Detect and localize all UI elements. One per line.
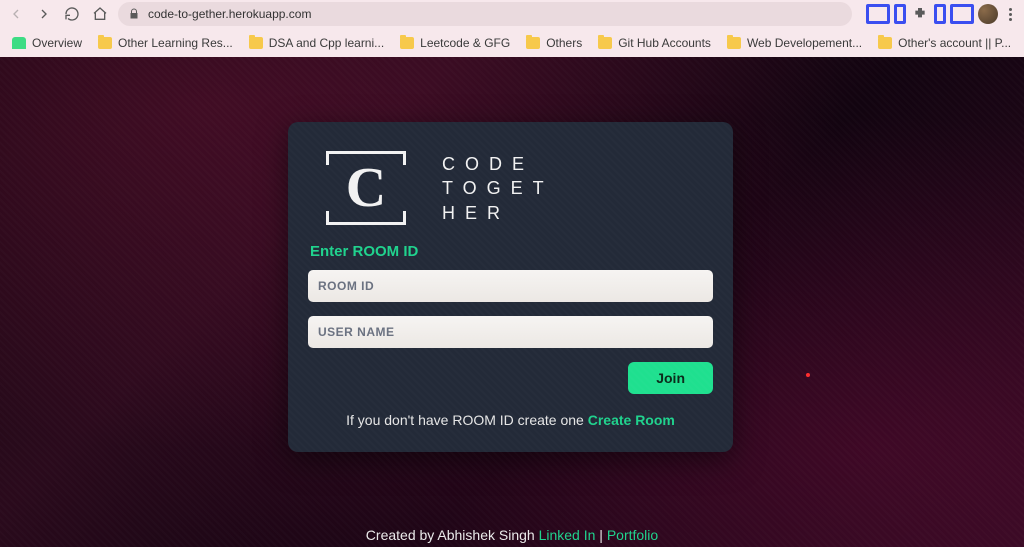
bookmark-others[interactable]: Others bbox=[520, 33, 588, 53]
highlight-box-1 bbox=[866, 4, 890, 24]
logo-line-1: CODE bbox=[442, 152, 554, 176]
bookmark-label: DSA and Cpp learni... bbox=[269, 36, 384, 50]
page-body: C CODE TOGET HER Enter ROOM ID Join If y… bbox=[0, 57, 1024, 547]
browser-chrome: code-to-gether.herokuapp.com Overview Ot… bbox=[0, 0, 1024, 57]
bookmark-label: Overview bbox=[32, 36, 82, 50]
folder-icon bbox=[98, 37, 112, 49]
bookmark-label: Leetcode & GFG bbox=[420, 36, 510, 50]
bookmark-github-accounts[interactable]: Git Hub Accounts bbox=[592, 33, 717, 53]
lock-icon bbox=[128, 8, 140, 20]
enter-room-label: Enter ROOM ID bbox=[310, 243, 713, 260]
create-room-prefix: If you don't have ROOM ID create one bbox=[346, 412, 588, 428]
footer-portfolio-link[interactable]: Portfolio bbox=[607, 527, 658, 543]
folder-icon bbox=[878, 37, 892, 49]
forward-button[interactable] bbox=[34, 4, 54, 24]
highlight-box-4 bbox=[950, 4, 974, 24]
toolbar-right bbox=[866, 4, 1018, 24]
bookmark-label: Other's account || P... bbox=[898, 36, 1011, 50]
bookmark-label: Git Hub Accounts bbox=[618, 36, 711, 50]
footer-separator: | bbox=[595, 527, 606, 543]
logo-row: C CODE TOGET HER bbox=[308, 152, 713, 225]
highlight-box-2 bbox=[894, 4, 906, 24]
logo-line-2: TOGET bbox=[442, 176, 554, 200]
highlight-box-3 bbox=[934, 4, 946, 24]
extensions-icon[interactable] bbox=[910, 4, 930, 24]
bookmark-label: Web Developement... bbox=[747, 36, 862, 50]
back-button[interactable] bbox=[6, 4, 26, 24]
bookmark-others-account[interactable]: Other's account || P... bbox=[872, 33, 1017, 53]
kebab-menu[interactable] bbox=[1002, 8, 1018, 21]
folder-icon bbox=[727, 37, 741, 49]
profile-avatar[interactable] bbox=[978, 4, 998, 24]
folder-icon bbox=[598, 37, 612, 49]
folder-icon bbox=[249, 37, 263, 49]
reload-button[interactable] bbox=[62, 4, 82, 24]
bookmark-overview[interactable]: Overview bbox=[6, 33, 88, 53]
home-button[interactable] bbox=[90, 4, 110, 24]
folder-icon bbox=[526, 37, 540, 49]
address-bar[interactable]: code-to-gether.herokuapp.com bbox=[118, 2, 852, 26]
bookmarks-bar: Overview Other Learning Res... DSA and C… bbox=[0, 28, 1024, 57]
create-room-link[interactable]: Create Room bbox=[588, 412, 675, 428]
join-row: Join bbox=[308, 362, 713, 394]
toolbar: code-to-gether.herokuapp.com bbox=[0, 0, 1024, 28]
folder-icon bbox=[400, 37, 414, 49]
cursor-dot bbox=[806, 373, 810, 377]
bookmark-dsa-cpp[interactable]: DSA and Cpp learni... bbox=[243, 33, 390, 53]
logo-line-3: HER bbox=[442, 201, 554, 225]
logo-text: CODE TOGET HER bbox=[442, 152, 554, 225]
bookmark-leetcode-gfg[interactable]: Leetcode & GFG bbox=[394, 33, 516, 53]
page-footer: Created by Abhishek Singh Linked In | Po… bbox=[0, 527, 1024, 543]
android-icon bbox=[12, 37, 26, 49]
join-card: C CODE TOGET HER Enter ROOM ID Join If y… bbox=[288, 122, 733, 452]
logo-mark: C bbox=[326, 153, 406, 223]
create-room-row: If you don't have ROOM ID create one Cre… bbox=[308, 412, 713, 428]
username-input[interactable] bbox=[308, 316, 713, 348]
bookmark-web-dev[interactable]: Web Developement... bbox=[721, 33, 868, 53]
footer-linkedin-link[interactable]: Linked In bbox=[539, 527, 596, 543]
bookmark-label: Other Learning Res... bbox=[118, 36, 233, 50]
join-button[interactable]: Join bbox=[628, 362, 713, 394]
room-id-input[interactable] bbox=[308, 270, 713, 302]
footer-prefix: Created by Abhishek Singh bbox=[366, 527, 539, 543]
url-text: code-to-gether.herokuapp.com bbox=[148, 7, 311, 21]
bookmark-other-learning[interactable]: Other Learning Res... bbox=[92, 33, 239, 53]
bookmark-label: Others bbox=[546, 36, 582, 50]
